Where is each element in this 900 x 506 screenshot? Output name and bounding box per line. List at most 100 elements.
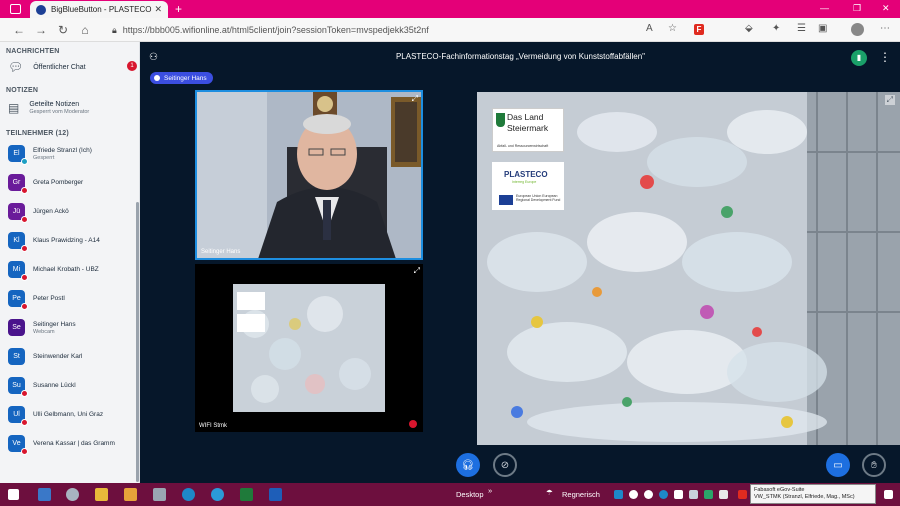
audio-button[interactable]: 🎧︎	[456, 453, 480, 477]
tray-icon[interactable]	[704, 490, 713, 499]
address-toolbar: ← → ↻ ⌂ 🔒︎ https://bbb005.wifionline.at/…	[0, 18, 900, 42]
participant-item[interactable]: Se Seitinger Hans Webcam	[0, 313, 139, 342]
fullscreen-icon[interactable]: ⤢	[414, 266, 420, 276]
participant-item[interactable]: St Steinwender Karl	[0, 342, 139, 371]
tray-icon[interactable]	[644, 490, 653, 499]
weather-label[interactable]: Regnerisch	[562, 490, 600, 499]
eu-flag-icon	[499, 195, 513, 205]
avatar: Kl	[8, 232, 28, 252]
tray-icon[interactable]	[629, 490, 638, 499]
taskbar-app-icon[interactable]	[38, 488, 51, 501]
participant-name: Klaus Prawidzing - A14	[33, 237, 100, 244]
mic-status-icon	[21, 390, 28, 397]
webcam-button[interactable]: ⊘	[493, 453, 517, 477]
user-list-sidebar: NACHRICHTEN 💬︎ Öffentlicher Chat 1 NOTIZ…	[0, 42, 140, 483]
excel-icon[interactable]	[240, 488, 253, 501]
notification-icon[interactable]	[884, 490, 893, 499]
new-tab-icon[interactable]: +	[175, 2, 182, 16]
skype-icon[interactable]	[182, 488, 195, 501]
tray-icon[interactable]	[719, 490, 728, 499]
avatar-initials: Ve	[12, 440, 21, 447]
edge-icon[interactable]	[211, 488, 224, 501]
browser-menu-icon[interactable]: ⋯	[880, 23, 890, 34]
participant-item[interactable]: El Elfriede Stranzl (Ich) Gesperrt	[0, 139, 139, 168]
plasteco-logo: PLASTECO Interreg Europe European Union …	[492, 162, 564, 210]
forward-icon[interactable]: →	[30, 23, 52, 37]
participant-item[interactable]: Ul Ulli Gelbmann, Uni Graz	[0, 400, 139, 429]
tray-icon[interactable]	[659, 490, 668, 499]
favorite-star-icon[interactable]: ☆	[668, 23, 677, 34]
avatar-initials: Se	[12, 324, 21, 331]
participant-name: Greta Pomberger	[33, 179, 84, 186]
refresh-icon[interactable]: ↻	[52, 23, 74, 37]
puzzle-icon[interactable]: ✦	[772, 23, 780, 34]
logo1-subtitle: Abfall- und Ressourcenwirtschaft	[497, 144, 549, 148]
video-off-icon: ⊘	[500, 459, 510, 471]
fabasoft-tray-icon[interactable]	[738, 490, 747, 499]
tray-icon[interactable]	[614, 490, 623, 499]
participant-name: Peter Postl	[33, 295, 65, 302]
connection-status-icon[interactable]: ▮	[851, 50, 867, 66]
participant-name: Ulli Gelbmann, Uni Graz	[33, 411, 104, 418]
file-explorer-icon[interactable]	[95, 488, 108, 501]
taskbar-app-icon[interactable]	[124, 488, 137, 501]
back-icon[interactable]: ←	[8, 23, 30, 37]
home-icon[interactable]: ⌂	[74, 23, 96, 37]
extension-icon[interactable]: ⬙	[745, 23, 753, 34]
webcam-wifi[interactable]: ⤢ WIFI Stmk	[195, 264, 423, 432]
webcam-caption: WIFI Stmk	[199, 423, 227, 429]
avatar: Gr	[8, 174, 28, 194]
chevron-icon[interactable]: »	[488, 486, 492, 495]
lock-icon[interactable]: 🔒︎	[112, 25, 117, 36]
read-aloud-icon[interactable]: A	[646, 23, 653, 34]
raise-hand-button[interactable]: ✋︎	[862, 453, 886, 477]
windows-start-icon[interactable]	[8, 489, 19, 500]
taskbar-app-icon[interactable]	[66, 488, 79, 501]
participant-status: Gesperrt	[33, 154, 55, 161]
avatar-initials: Gr	[12, 179, 21, 186]
avatar-initials: Su	[12, 382, 21, 389]
avatar: St	[8, 348, 25, 365]
participant-item[interactable]: Pe Peter Postl	[0, 284, 139, 313]
participant-name: Michael Krobath - UBZ	[33, 266, 99, 273]
calculator-icon[interactable]	[153, 488, 166, 501]
desktop-label[interactable]: Desktop	[456, 490, 484, 499]
talking-indicator[interactable]: Seitinger Hans	[150, 72, 213, 84]
fullscreen-icon[interactable]: ⤢	[412, 94, 418, 104]
browser-tab[interactable]: BigBlueButton - PLASTECO - ✕	[30, 1, 168, 18]
umbrella-icon: ☂	[546, 488, 553, 497]
close-tab-icon[interactable]: ✕	[154, 4, 162, 15]
webcam-seitinger[interactable]: ⤢ Seitinger Hans	[195, 90, 423, 260]
minimize-icon[interactable]: —	[820, 3, 829, 13]
maximize-icon[interactable]: ❐	[853, 3, 861, 14]
tray-icon[interactable]	[674, 490, 683, 499]
tooltip-line2: VW_STMK (Stranzl, Elfriede, Mag., MSc)	[754, 494, 855, 500]
participants-list: El Elfriede Stranzl (Ich) Gesperrt Gr Greta …	[0, 139, 139, 458]
address-bar[interactable]: 🔒︎ https://bbb005.wifionline.at/html5cli…	[112, 21, 632, 39]
fabasoft-extension-icon[interactable]: F	[694, 24, 704, 35]
close-window-icon[interactable]: ✕	[882, 3, 890, 14]
participant-item[interactable]: Kl Klaus Prawidzing - A14	[0, 226, 139, 255]
tray-icon[interactable]	[689, 490, 698, 499]
webcam-caption: Seitinger Hans	[201, 249, 241, 255]
presentation-button[interactable]: ▭	[826, 453, 850, 477]
shared-notes-item[interactable]: ▤ Geteilte Notizen Gesperrt vom Moderato…	[0, 94, 139, 122]
sidebar-scrollbar[interactable]	[136, 202, 139, 482]
outlook-icon[interactable]	[269, 488, 282, 501]
avatar: Mi	[8, 261, 28, 281]
favorites-icon[interactable]: ☰	[797, 23, 806, 34]
participant-item[interactable]: Ve Verena Kassar | das Gramm	[0, 429, 139, 458]
participant-item[interactable]: Gr Greta Pomberger	[0, 168, 139, 197]
participant-item[interactable]: Mi Michael Krobath - UBZ	[0, 255, 139, 284]
participant-item[interactable]: Jü Jürgen Ackö	[0, 197, 139, 226]
public-chat-item[interactable]: 💬︎ Öffentlicher Chat 1	[0, 55, 139, 79]
presentation-fullscreen-icon[interactable]: ⤢	[884, 95, 895, 105]
participant-name: Verena Kassar | das Gramm	[33, 440, 115, 447]
presentation-area[interactable]: Das Land Steiermark Abfall- und Ressourc…	[477, 92, 900, 445]
participant-item[interactable]: Su Susanne Lückl	[0, 371, 139, 400]
options-menu-icon[interactable]: ⋮	[879, 50, 891, 64]
logo2-title: PLASTECO	[504, 170, 548, 179]
profile-avatar[interactable]	[851, 23, 864, 36]
collections-icon[interactable]: ▣	[818, 23, 827, 34]
tab-actions-icon[interactable]	[10, 4, 21, 14]
